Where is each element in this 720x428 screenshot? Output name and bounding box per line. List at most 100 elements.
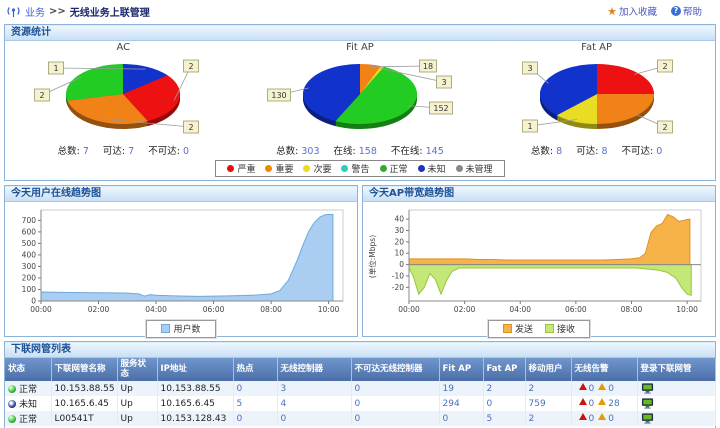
breadcrumb-section-link[interactable]: 业务 [25, 4, 45, 19]
svg-text:600: 600 [22, 227, 37, 236]
column-header[interactable]: IP地址 [157, 358, 233, 381]
svg-text:-20: -20 [392, 283, 404, 292]
fit-ap-count[interactable]: 294 [439, 396, 483, 411]
chart-legend-item: 用户数 [161, 322, 200, 335]
login-icon[interactable] [641, 397, 654, 410]
alarm-cell[interactable]: 00 [571, 381, 637, 396]
login-icon[interactable] [641, 382, 654, 395]
svg-text:500: 500 [22, 239, 37, 248]
wireless-controller-count[interactable]: 0 [277, 411, 351, 426]
pie-stat: 总数: 8 [531, 146, 562, 157]
mobile-user-count[interactable]: 759 [525, 396, 571, 411]
pie-stat: 总数: 7 [58, 146, 89, 157]
downstream-nms-header: 下联网管列表 [5, 342, 715, 358]
column-header[interactable]: 移动用户 [525, 358, 571, 381]
svg-text:10: 10 [394, 249, 404, 258]
mobile-user-count[interactable]: 2 [525, 381, 571, 396]
svg-text:40: 40 [394, 215, 404, 224]
status-cell: 正常 [5, 381, 51, 396]
svg-text:20: 20 [394, 237, 404, 246]
hotspot-count[interactable]: 0 [233, 411, 277, 426]
fat-ap-count[interactable]: 5 [483, 411, 525, 426]
ip-address: 10.165.6.45 [157, 396, 233, 411]
fat-ap-count[interactable]: 2 [483, 381, 525, 396]
column-header[interactable]: 状态 [5, 358, 51, 381]
column-header[interactable]: 下联网管名称 [51, 358, 117, 381]
pie-block-fit-ap: Fit AP 183152130 总数: 303在线: 158不在线: 145 [242, 41, 479, 157]
column-header[interactable]: 服务状态 [117, 358, 157, 381]
table-row[interactable]: 未知10.165.6.45Up10.165.6.455402940759028 [5, 396, 715, 411]
svg-text:130: 130 [271, 91, 286, 100]
svg-text:3: 3 [527, 64, 532, 73]
wireless-controller-count[interactable]: 4 [277, 396, 351, 411]
resource-stats-header: 资源统计 [5, 25, 715, 41]
chart-legend-item: 发送 [503, 322, 533, 335]
mobile-user-count[interactable]: 2 [525, 411, 571, 426]
login-action[interactable] [637, 411, 715, 426]
legend-swatch-icon [545, 324, 554, 333]
ip-address: 10.153.128.43 [157, 411, 233, 426]
svg-text:152: 152 [433, 104, 448, 113]
chart-legend-item: 接收 [545, 322, 575, 335]
hotspot-count[interactable]: 5 [233, 396, 277, 411]
pie-stat: 在线: 158 [334, 146, 377, 157]
svg-text:00:00: 00:00 [30, 305, 52, 314]
column-header[interactable]: 无线控制器 [277, 358, 351, 381]
column-header[interactable]: 不可达无线控制器 [351, 358, 439, 381]
column-header[interactable]: 登录下联网管 [637, 358, 715, 381]
resource-stats-panel: 资源统计 AC 1222 总数: 7可达: 7不可达: 0 Fit AP 183… [4, 24, 716, 181]
critical-alarm-icon [579, 398, 587, 405]
svg-text:2: 2 [189, 62, 194, 71]
column-header[interactable]: 无线告警 [571, 358, 637, 381]
user-trend-panel: 今天用户在线趋势图 010020030040050060070000:0002:… [4, 185, 358, 337]
hotspot-count[interactable]: 0 [233, 381, 277, 396]
table-row[interactable]: 正常L00541TUp10.153.128.4300005200 [5, 411, 715, 426]
svg-text:2: 2 [40, 91, 45, 100]
add-favorite-link[interactable]: ★加入收藏 [607, 4, 657, 18]
alarm-cell[interactable]: 00 [571, 411, 637, 426]
severity-legend-item: 未知 [418, 162, 446, 175]
severity-dot-icon [227, 165, 234, 172]
help-icon: ? [671, 6, 681, 16]
severity-legend-item: 正常 [380, 162, 408, 175]
pie-stat: 不在线: 145 [391, 146, 444, 157]
help-link[interactable]: ?帮助 [671, 4, 702, 18]
table-row[interactable]: 正常10.153.88.55Up10.153.88.55030192200 [5, 381, 715, 396]
severity-dot-icon [418, 165, 425, 172]
svg-text:02:00: 02:00 [88, 305, 110, 314]
login-action[interactable] [637, 381, 715, 396]
wireless-icon [6, 5, 21, 18]
fit-ap-count[interactable]: 19 [439, 381, 483, 396]
svg-text:0: 0 [399, 260, 404, 269]
svg-text:(单位:Mbps): (单位:Mbps) [367, 235, 377, 278]
column-header[interactable]: Fit AP [439, 358, 483, 381]
severity-legend-item: 重要 [265, 162, 293, 175]
wireless-controller-count[interactable]: 3 [277, 381, 351, 396]
svg-text:18: 18 [423, 62, 433, 71]
alarm-cell[interactable]: 028 [571, 396, 637, 411]
login-action[interactable] [637, 396, 715, 411]
unreachable-controller-count[interactable]: 0 [351, 411, 439, 426]
pie-block-ac: AC 1222 总数: 7可达: 7不可达: 0 [5, 41, 242, 157]
pie-title-fat-ap: Fat AP [478, 42, 715, 54]
svg-text:04:00: 04:00 [145, 305, 167, 314]
fit-ap-pie-chart: 183152130 [258, 54, 462, 142]
column-header[interactable]: 热点 [233, 358, 277, 381]
ap-bandwidth-panel: 今天AP带宽趋势图 -20-1001020304000:0002:0004:00… [362, 185, 716, 337]
unreachable-controller-count[interactable]: 0 [351, 396, 439, 411]
column-header[interactable]: Fat AP [483, 358, 525, 381]
service-status: Up [117, 396, 157, 411]
severity-dot-icon [380, 165, 387, 172]
severity-dot-icon [341, 165, 348, 172]
legend-swatch-icon [503, 324, 512, 333]
service-status: Up [117, 411, 157, 426]
svg-text:10:00: 10:00 [676, 305, 698, 314]
unreachable-controller-count[interactable]: 0 [351, 381, 439, 396]
svg-text:300: 300 [22, 262, 37, 271]
fit-ap-count[interactable]: 0 [439, 411, 483, 426]
breadcrumb: 业务 >> 无线业务上联管理 ★加入收藏 ?帮助 [0, 0, 720, 21]
fat-ap-count[interactable]: 0 [483, 396, 525, 411]
login-icon[interactable] [641, 412, 654, 425]
downstream-nms-table: 状态下联网管名称服务状态IP地址热点无线控制器不可达无线控制器Fit APFat… [5, 358, 716, 426]
ap-bandwidth-header: 今天AP带宽趋势图 [363, 186, 715, 202]
